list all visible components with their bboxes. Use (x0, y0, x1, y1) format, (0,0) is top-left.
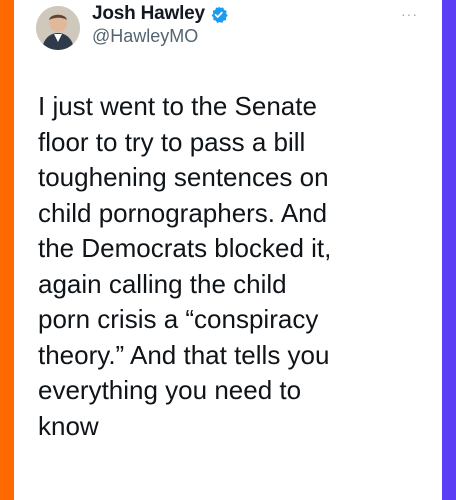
left-color-border (0, 0, 14, 500)
tweet-header: Josh Hawley @HawleyMO (36, 0, 416, 55)
author-handle[interactable]: @HawleyMO (92, 26, 198, 47)
tweet-card: Josh Hawley @HawleyMO ··· I just went to… (14, 0, 442, 500)
tweet-text: I just went to the Senate floor to try t… (38, 91, 332, 441)
verified-badge-icon (209, 5, 228, 24)
author-name[interactable]: Josh Hawley (92, 3, 205, 25)
more-dots-icon[interactable]: ··· (401, 6, 418, 22)
author-name-row: Josh Hawley (92, 3, 228, 25)
screenshot-frame: Josh Hawley @HawleyMO ··· I just went to… (0, 0, 456, 500)
avatar-image (36, 6, 80, 50)
author-avatar[interactable] (36, 6, 80, 50)
right-color-border (442, 0, 456, 500)
